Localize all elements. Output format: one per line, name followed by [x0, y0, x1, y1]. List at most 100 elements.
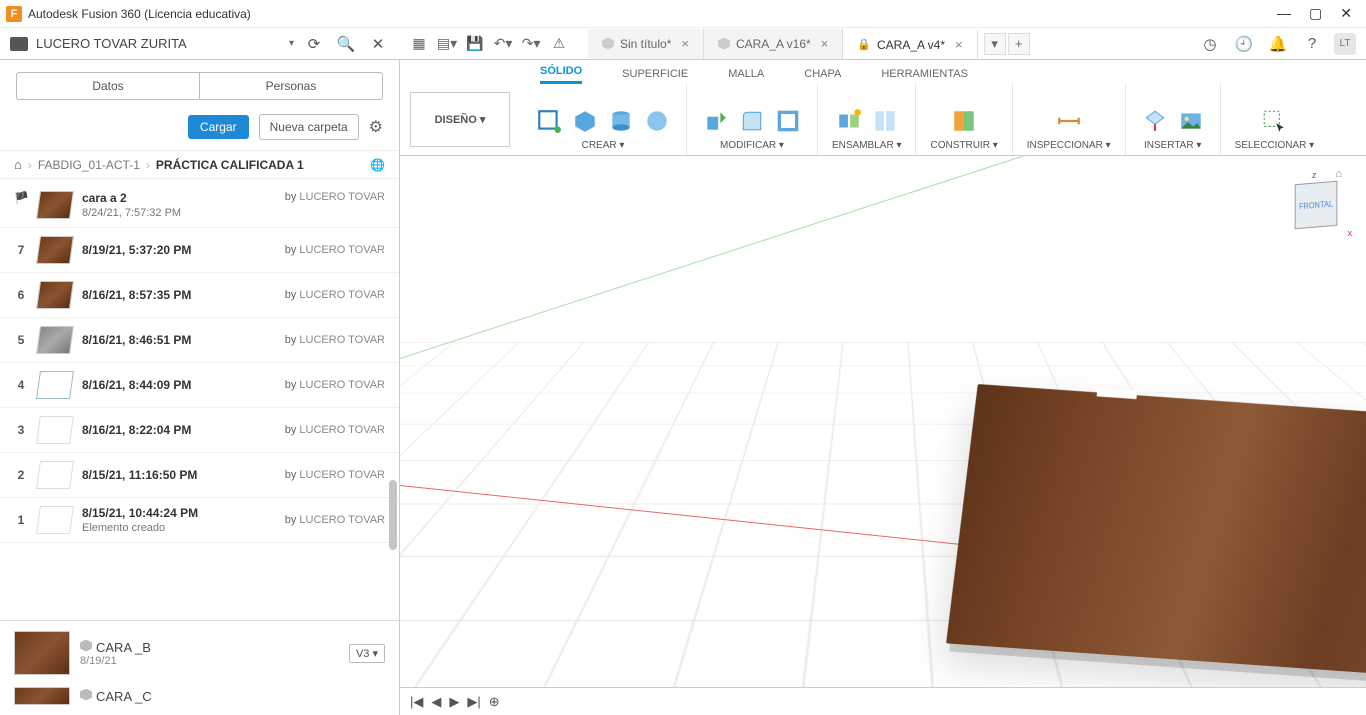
fillet-icon[interactable]	[737, 106, 767, 136]
workspace-dropdown[interactable]: DISEÑO ▾	[410, 92, 510, 147]
job-status-icon[interactable]: 🕘	[1232, 32, 1256, 56]
file-menu-icon[interactable]: ▤▾	[438, 35, 456, 53]
new-folder-button[interactable]: Nueva carpeta	[259, 114, 359, 140]
group-label[interactable]: SELECCIONAR ▾	[1235, 140, 1314, 151]
version-item[interactable]: 5 8/16/21, 8:46:51 PM by LUCERO TOVAR	[0, 318, 399, 363]
breadcrumb-folder[interactable]: PRÁCTICA CALIFICADA 1	[156, 158, 304, 172]
thumbnail	[36, 461, 74, 489]
group-label[interactable]: MODIFICAR ▾	[720, 140, 784, 151]
joint-icon[interactable]	[870, 106, 900, 136]
version-author: by LUCERO TOVAR	[275, 379, 385, 391]
group-label[interactable]: CONSTRUIR ▾	[930, 140, 997, 151]
viewport[interactable]: ⌂ z FRONTAL x	[400, 156, 1366, 687]
tab-herramientas[interactable]: HERRAMIENTAS	[881, 68, 968, 84]
undo-icon[interactable]: ↶▾	[494, 35, 512, 53]
group-construir: CONSTRUIR ▾	[916, 84, 1012, 155]
scrollbar-thumb[interactable]	[389, 480, 397, 550]
quick-access-toolbar: ▦ ▤▾ 💾 ↶▾ ↷▾ ⚠	[400, 35, 578, 53]
warning-icon[interactable]: ⚠	[550, 35, 568, 53]
redo-icon[interactable]: ↷▾	[522, 35, 540, 53]
tab-datos[interactable]: Datos	[17, 73, 200, 99]
version-item[interactable]: 2 8/15/21, 11:16:50 PM by LUCERO TOVAR	[0, 453, 399, 498]
version-item[interactable]: 🏴 cara a 2 8/24/21, 7:57:32 PM by LUCERO…	[0, 179, 399, 228]
sketch-icon[interactable]	[534, 106, 564, 136]
notifications-icon[interactable]: 🔔	[1266, 32, 1290, 56]
panel-close-button[interactable]: ✕	[366, 32, 390, 56]
design-card[interactable]: CARA _C	[0, 685, 399, 715]
topstrip: LUCERO TOVAR ZURITA ▾ ⟳ 🔍 ✕ ▦ ▤▾ 💾 ↶▾ ↷▾…	[0, 28, 1366, 60]
version-author: by LUCERO TOVAR	[275, 289, 385, 301]
app-title: Autodesk Fusion 360 (Licencia educativa)	[28, 7, 1277, 21]
window-close-button[interactable]: ✕	[1340, 5, 1352, 22]
measure-icon[interactable]	[1054, 106, 1084, 136]
home-view-icon[interactable]: ⌂	[1335, 168, 1342, 180]
plane-icon[interactable]	[949, 106, 979, 136]
version-item[interactable]: 4 8/16/21, 8:44:09 PM by LUCERO TOVAR	[0, 363, 399, 408]
tab-malla[interactable]: MALLA	[728, 68, 764, 84]
globe-icon[interactable]: 🌐	[370, 158, 385, 172]
derive-icon[interactable]	[1140, 106, 1170, 136]
separator-icon: ›	[28, 158, 32, 172]
tab-chapa[interactable]: CHAPA	[804, 68, 841, 84]
version-date: 8/16/21, 8:57:35 PM	[82, 288, 265, 302]
box-icon[interactable]	[570, 106, 600, 136]
refresh-button[interactable]: ⟳	[302, 32, 326, 56]
help-icon[interactable]: ?	[1300, 32, 1324, 56]
window-minimize-button[interactable]: ―	[1277, 5, 1291, 22]
separator-icon: ›	[146, 158, 150, 172]
version-date: 8/24/21, 7:57:32 PM	[82, 207, 265, 219]
load-button[interactable]: Cargar	[188, 115, 249, 139]
thumbnail	[36, 326, 74, 354]
close-icon[interactable]: ×	[681, 36, 689, 51]
grid-apps-icon[interactable]: ▦	[410, 35, 428, 53]
sphere-icon[interactable]	[642, 106, 672, 136]
timeline-start-icon[interactable]: |◀	[410, 694, 423, 710]
thumbnail	[14, 631, 70, 675]
timeline-end-icon[interactable]: ⊕	[489, 694, 500, 710]
doctab-cara-a-v16[interactable]: CARA_A v16* ×	[704, 29, 843, 59]
chevron-down-icon[interactable]: ▾	[289, 38, 294, 49]
group-label[interactable]: INSERTAR ▾	[1144, 140, 1201, 151]
version-item[interactable]: 6 8/16/21, 8:57:35 PM by LUCERO TOVAR	[0, 273, 399, 318]
cylinder-icon[interactable]	[606, 106, 636, 136]
tab-superficie[interactable]: SUPERFICIE	[622, 68, 688, 84]
presspull-icon[interactable]	[701, 106, 731, 136]
home-icon[interactable]: ⌂	[14, 157, 22, 172]
close-icon[interactable]: ×	[955, 37, 963, 52]
version-number: 2	[14, 468, 28, 482]
version-item[interactable]: 1 8/15/21, 10:44:24 PM Elemento creado b…	[0, 498, 399, 543]
timeline-play-icon[interactable]: ▶	[449, 694, 459, 710]
viewcube[interactable]: ⌂ z FRONTAL x	[1286, 176, 1346, 236]
close-icon[interactable]: ×	[821, 36, 829, 51]
design-card[interactable]: CARA _B 8/19/21 V3 ▾	[0, 621, 399, 685]
version-item[interactable]: 3 8/16/21, 8:22:04 PM by LUCERO TOVAR	[0, 408, 399, 453]
timeline-back-icon[interactable]: ◀	[431, 694, 441, 710]
assemble-icon[interactable]	[834, 106, 864, 136]
extensions-icon[interactable]: ◷	[1198, 32, 1222, 56]
image-icon[interactable]	[1176, 106, 1206, 136]
search-button[interactable]: 🔍	[334, 32, 358, 56]
viewcube-face[interactable]: FRONTAL	[1295, 181, 1338, 230]
shell-icon[interactable]	[773, 106, 803, 136]
team-name[interactable]: LUCERO TOVAR ZURITA	[36, 36, 281, 51]
group-label[interactable]: INSPECCIONAR ▾	[1027, 140, 1111, 151]
tabs-dropdown-button[interactable]: ▾	[984, 33, 1006, 55]
model-part[interactable]	[946, 384, 1366, 687]
select-icon[interactable]	[1259, 106, 1289, 136]
tab-solido[interactable]: SÓLIDO	[540, 65, 582, 84]
version-item[interactable]: 7 8/19/21, 5:37:20 PM by LUCERO TOVAR	[0, 228, 399, 273]
window-maximize-button[interactable]: ▢	[1309, 5, 1322, 22]
doctab-cara-a-v4[interactable]: 🔒 CARA_A v4* ×	[843, 29, 977, 59]
save-icon[interactable]: 💾	[466, 35, 484, 53]
new-tab-button[interactable]: +	[1008, 33, 1030, 55]
timeline-fwd-icon[interactable]: ▶|	[467, 694, 480, 710]
user-avatar[interactable]: LT	[1334, 33, 1356, 55]
tab-personas[interactable]: Personas	[200, 73, 382, 99]
doctab-untitled[interactable]: Sin título* ×	[588, 29, 704, 59]
version-author: by LUCERO TOVAR	[275, 469, 385, 481]
group-label[interactable]: CREAR ▾	[582, 140, 625, 151]
breadcrumb-project[interactable]: FABDIG_01-ACT-1	[38, 158, 140, 172]
version-picker[interactable]: V3 ▾	[349, 644, 385, 663]
group-label[interactable]: ENSAMBLAR ▾	[832, 140, 901, 151]
gear-icon[interactable]: ⚙	[369, 117, 383, 137]
